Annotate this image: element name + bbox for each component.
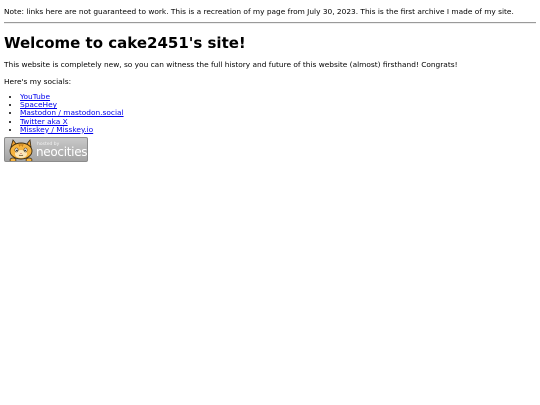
page-title: Welcome to cake2451's site! [4, 34, 246, 52]
page-content: Note: links here are not guaranteed to w… [0, 0, 540, 163]
list-item: Mastodon / mastodon.social [20, 109, 536, 117]
divider [4, 22, 536, 24]
socials-heading: Here's my socials: [4, 77, 72, 86]
archive-note: Note: links here are not guaranteed to w… [4, 7, 514, 16]
socials-list: YouTube SpaceHey Mastodon / mastodon.soc… [4, 92, 536, 134]
badge-brand-text: neocities [36, 145, 88, 160]
list-item: Misskey / Misskey.io [20, 125, 536, 134]
misskey-link[interactable]: Misskey / Misskey.io [20, 125, 93, 134]
list-item: Twitter aka X [20, 117, 536, 126]
intro-text: This website is completely new, so you c… [4, 60, 458, 69]
list-item: YouTube [20, 92, 536, 101]
neocities-badge[interactable]: hosted by neocities [4, 137, 88, 163]
neocities-cat-logo-icon [9, 139, 33, 162]
